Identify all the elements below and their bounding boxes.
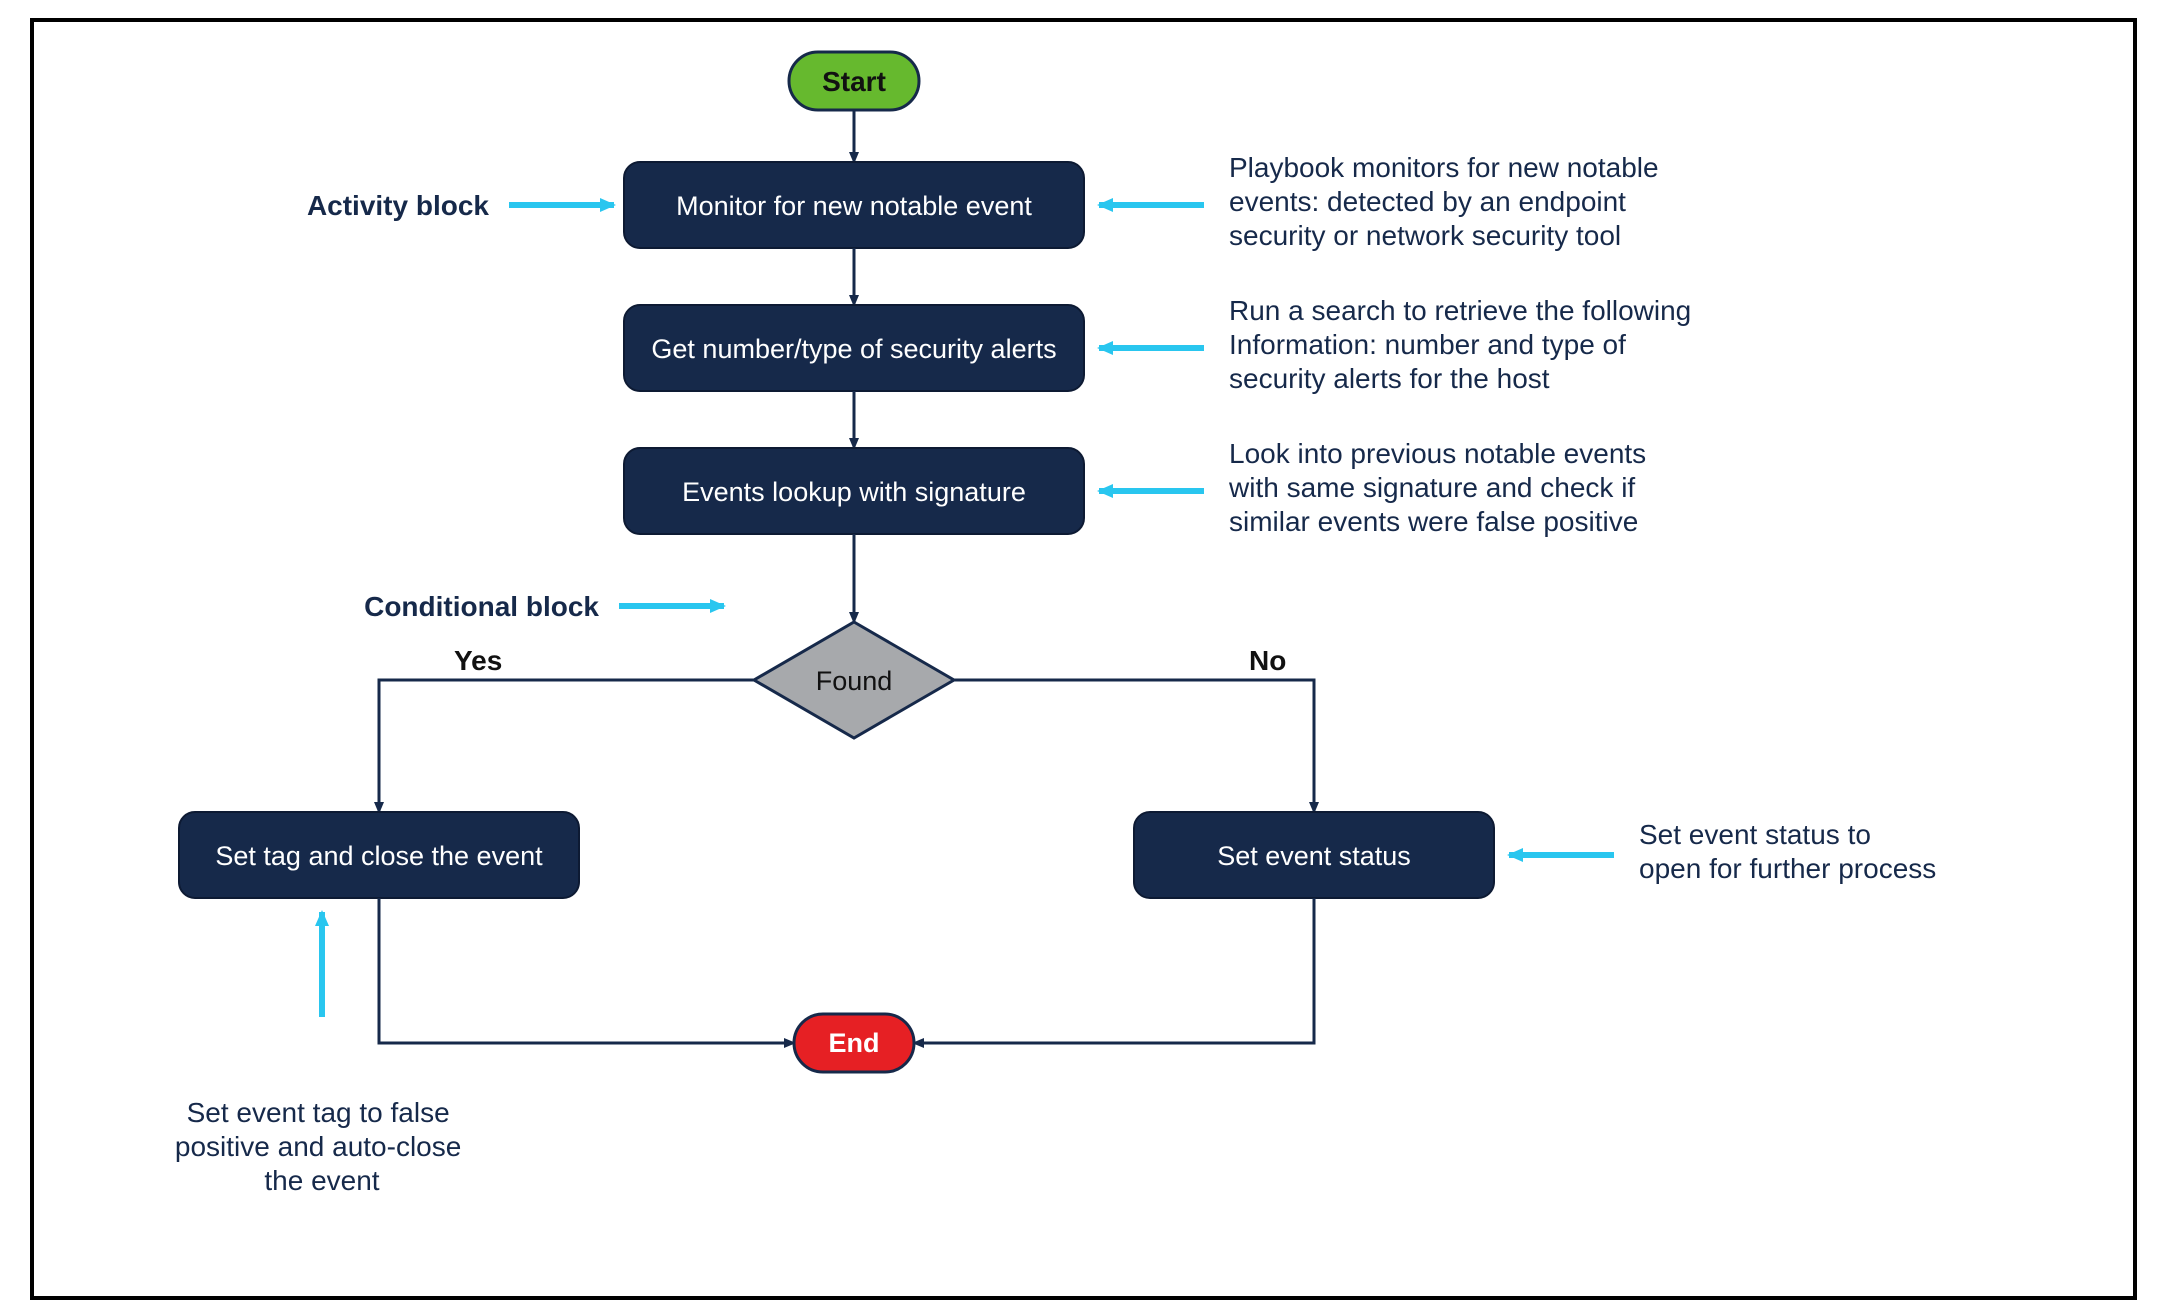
arrow-found-yes bbox=[379, 680, 754, 812]
set-status-node: Set event status bbox=[1134, 812, 1494, 898]
set-status-label: Set event status bbox=[1217, 841, 1411, 871]
annotation-alerts-desc: Run a search to retrieve the following I… bbox=[1229, 295, 1699, 394]
found-node: Found bbox=[754, 622, 954, 738]
start-node: Start bbox=[789, 52, 919, 110]
no-label: No bbox=[1249, 645, 1286, 676]
end-node: End bbox=[794, 1014, 914, 1072]
lookup-node: Events lookup with signature bbox=[624, 448, 1084, 534]
flowchart-canvas: Start Monitor for new notable event Get … bbox=[34, 22, 2133, 1296]
end-label: End bbox=[829, 1028, 880, 1058]
monitor-label: Monitor for new notable event bbox=[676, 191, 1032, 221]
annotation-tag-desc: Set event tag to false positive and auto… bbox=[175, 1097, 469, 1196]
annotation-monitor-desc: Playbook monitors for new notable events… bbox=[1229, 152, 1666, 251]
annotation-lookup-desc: Look into previous notable events with s… bbox=[1228, 438, 1654, 537]
arrow-tag-end bbox=[379, 898, 794, 1043]
annotation-status-desc: Set event status to open for further pro… bbox=[1639, 819, 1936, 884]
annotation-conditional: Conditional block bbox=[364, 591, 599, 622]
annotation-activity: Activity block bbox=[307, 190, 489, 221]
start-label: Start bbox=[822, 66, 886, 97]
tag-close-label: Set tag and close the event bbox=[215, 841, 543, 871]
alerts-label: Get number/type of security alerts bbox=[651, 334, 1056, 364]
alerts-node: Get number/type of security alerts bbox=[624, 305, 1084, 391]
arrow-status-end bbox=[914, 898, 1314, 1043]
tag-close-node: Set tag and close the event bbox=[179, 812, 579, 898]
lookup-label: Events lookup with signature bbox=[682, 477, 1026, 507]
arrow-found-no bbox=[954, 680, 1314, 812]
yes-label: Yes bbox=[454, 645, 502, 676]
monitor-node: Monitor for new notable event bbox=[624, 162, 1084, 248]
found-label: Found bbox=[816, 666, 893, 696]
